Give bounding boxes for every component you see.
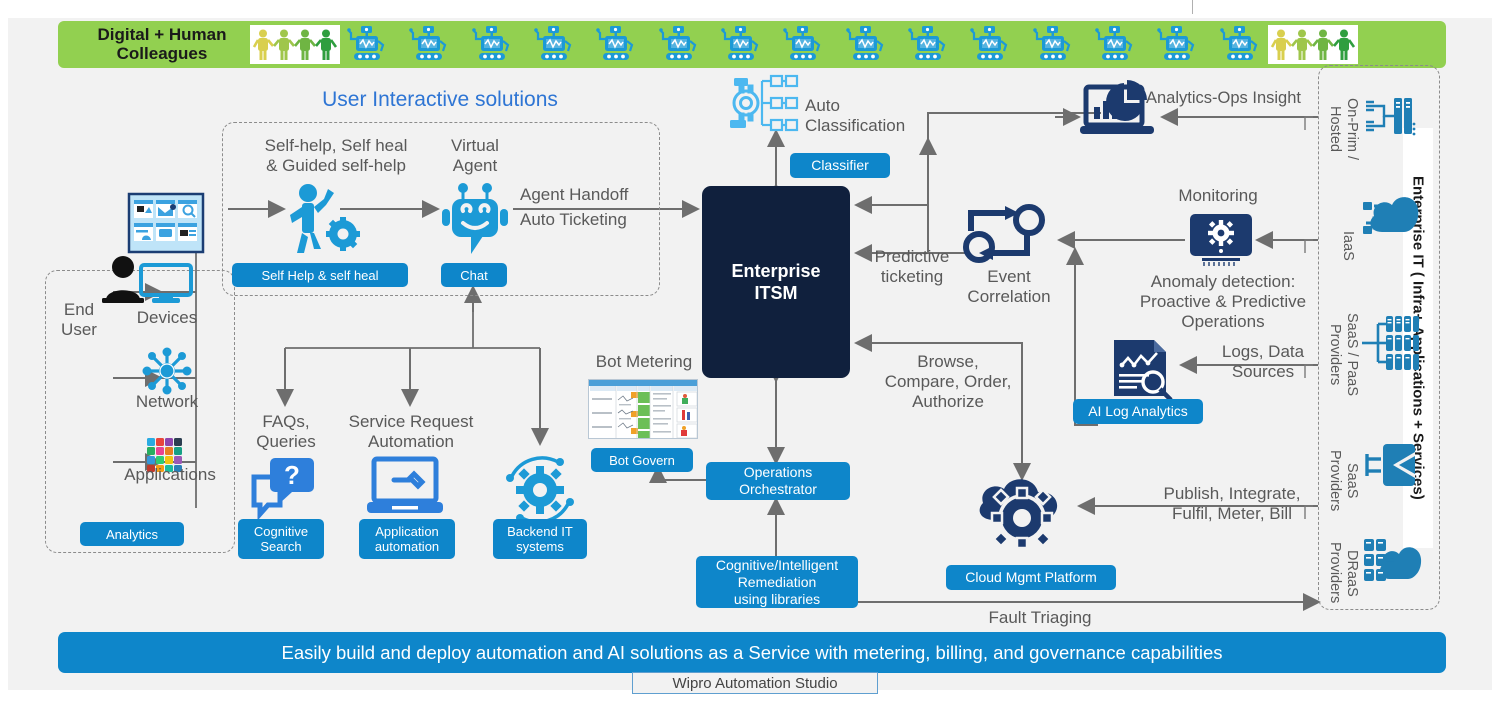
cloud-gear-icon bbox=[972, 466, 1072, 550]
monitor-icon bbox=[139, 263, 193, 305]
saas-paas-providers-label: SaaS / PaaS Providers bbox=[1327, 313, 1360, 397]
application-automation-pill[interactable]: Application automation bbox=[359, 519, 455, 559]
network-label: Network bbox=[135, 392, 199, 411]
robot-icon bbox=[1220, 25, 1259, 65]
anomaly-detection-label: Anomaly detection: Proactive & Predictiv… bbox=[1139, 272, 1307, 331]
robot-icon bbox=[1032, 25, 1072, 65]
predictive-ticketing-label: Predictive ticketing bbox=[874, 247, 950, 286]
publish-integrate-label: Publish, Integrate, Fulfil, Meter, Bill bbox=[1163, 484, 1301, 523]
network-hub-icon bbox=[142, 347, 192, 395]
virtual-agent-label: Virtual Agent bbox=[451, 136, 499, 175]
bot-govern-pill[interactable]: Bot Govern bbox=[591, 448, 693, 472]
logs-data-sources-label: Logs, Data Sources bbox=[1221, 342, 1305, 381]
robot-icon bbox=[409, 25, 448, 65]
self-help-label: Self-help, Self heal & Guided self-help bbox=[264, 136, 408, 175]
cognitive-remediation-node[interactable]: Cognitive/Intelligent Remediation using … bbox=[696, 556, 858, 608]
question-chat-icon: ? bbox=[248, 457, 320, 521]
cognitive-search-pill[interactable]: Cognitive Search bbox=[238, 519, 324, 559]
robot-icon bbox=[658, 25, 698, 65]
browse-compare-order-label: Browse, Compare, Order, Authorize bbox=[884, 352, 1012, 411]
robot-icon bbox=[1095, 25, 1134, 65]
service-request-automation-label: Service Request Automation bbox=[348, 412, 474, 451]
classifier-pill[interactable]: Classifier bbox=[790, 153, 890, 178]
robot-icon bbox=[596, 25, 635, 65]
correlation-loop-icon bbox=[963, 203, 1055, 265]
monitor-gear-icon bbox=[1188, 213, 1254, 267]
user-interactive-solutions-title: User Interactive solutions bbox=[322, 88, 558, 111]
analytics-pill[interactable]: Analytics bbox=[80, 522, 184, 546]
auto-ticketing-label: Auto Ticketing bbox=[520, 210, 627, 229]
auto-classification-label: Auto Classification bbox=[805, 96, 906, 135]
banner-title: Digital + Human Colleagues bbox=[97, 25, 227, 63]
applications-label: Applications bbox=[124, 465, 216, 484]
auto-classification-icon bbox=[728, 74, 800, 132]
robot-icon bbox=[471, 25, 511, 65]
end-user-label: End User bbox=[61, 300, 97, 339]
robot-icon bbox=[347, 25, 386, 65]
gear-cycle-icon bbox=[498, 450, 582, 530]
faqs-queries-label: FAQs, Queries bbox=[256, 412, 316, 451]
log-magnifier-icon bbox=[1110, 338, 1176, 402]
devices-label: Devices bbox=[136, 308, 198, 327]
laptop-wrench-icon bbox=[366, 456, 450, 516]
self-help-pill[interactable]: Self Help & self heal bbox=[232, 263, 408, 287]
human-colleagues-group-left bbox=[250, 25, 340, 64]
robot-icon bbox=[534, 25, 573, 65]
saas-providers-label: SaaS Providers bbox=[1327, 450, 1360, 512]
monitoring-label: Monitoring bbox=[1178, 186, 1258, 205]
bot-metering-label: Bot Metering bbox=[595, 352, 693, 371]
robot-icon bbox=[783, 25, 822, 65]
app-tiles-panel-icon bbox=[127, 192, 205, 254]
fault-triaging-label: Fault Triaging bbox=[988, 608, 1092, 627]
draas-providers-label: DRaaS Providers bbox=[1327, 542, 1360, 604]
people-holding-hands-icon bbox=[1270, 29, 1356, 60]
cloud-infra-icon bbox=[1362, 188, 1420, 240]
database-stack-icon bbox=[1360, 314, 1420, 372]
svg-text:?: ? bbox=[284, 460, 300, 490]
human-colleagues-group-right bbox=[1268, 25, 1358, 64]
chatbot-icon bbox=[437, 182, 513, 260]
footer-value-banner: Easily build and deploy automation and A… bbox=[58, 632, 1446, 673]
bot-metering-report-thumbnail bbox=[588, 379, 698, 439]
technician-gear-icon bbox=[280, 183, 360, 255]
server-rack-icon bbox=[1362, 92, 1418, 140]
robot-icon bbox=[845, 25, 885, 65]
on-prim-hosted-label: On-Prim / Hosted bbox=[1327, 97, 1360, 161]
ai-log-analytics-pill[interactable]: AI Log Analytics bbox=[1073, 399, 1203, 424]
wipro-automation-studio-chip: Wipro Automation Studio bbox=[632, 672, 878, 694]
operations-orchestrator-node[interactable]: Operations Orchestrator bbox=[706, 462, 850, 500]
robot-icon bbox=[970, 25, 1009, 65]
robot-icon bbox=[908, 25, 947, 65]
robot-icon bbox=[1157, 25, 1196, 65]
digital-human-colleagues-banner: Digital + Human Colleagues bbox=[58, 21, 1446, 68]
event-correlation-label: Event Correlation bbox=[967, 267, 1051, 306]
robot-colleagues-strip bbox=[346, 25, 1261, 65]
backend-it-systems-pill[interactable]: Backend IT systems bbox=[493, 519, 587, 559]
page-crop-mark bbox=[1192, 0, 1193, 14]
saas-service-icon bbox=[1365, 442, 1419, 488]
people-holding-hands-icon bbox=[252, 29, 338, 60]
agent-handoff-label: Agent Handoff bbox=[520, 185, 629, 204]
chat-pill[interactable]: Chat bbox=[441, 263, 507, 287]
enterprise-itsm-node[interactable]: Enterprise ITSM bbox=[702, 186, 850, 378]
iaas-label: IaaS bbox=[1340, 231, 1356, 261]
cloud-mgmt-platform-pill[interactable]: Cloud Mgmt Platform bbox=[946, 565, 1116, 590]
diagram-root: Digital + Human Colleagues End User Devi… bbox=[0, 0, 1500, 705]
analytics-ops-insight-label: Analytics-Ops Insight bbox=[1146, 89, 1301, 107]
robot-icon bbox=[721, 25, 760, 65]
dr-cloud-icon bbox=[1362, 535, 1422, 587]
